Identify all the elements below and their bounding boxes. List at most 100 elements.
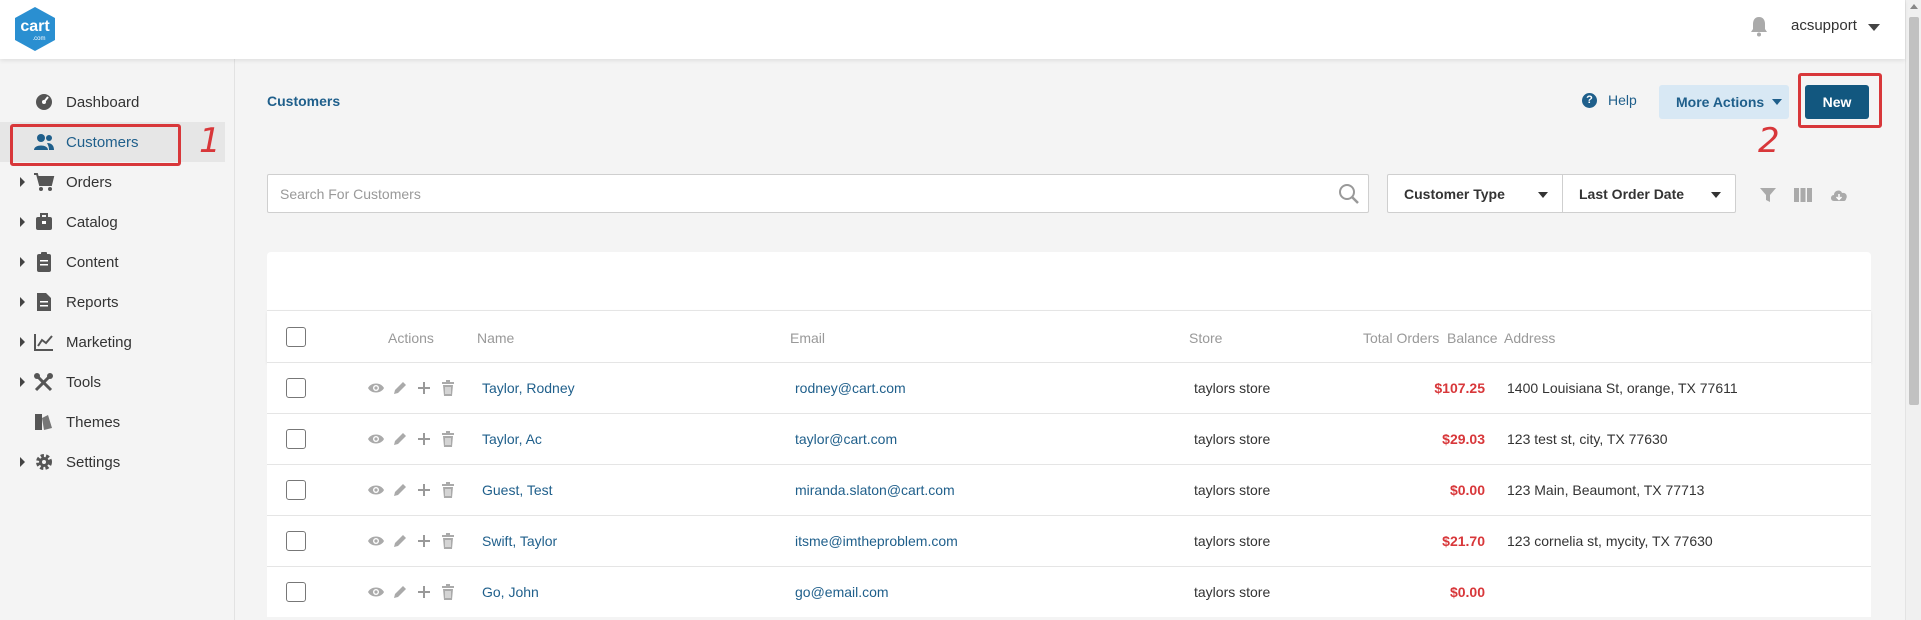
- row-checkbox[interactable]: [286, 480, 306, 500]
- sidebar-item-tools[interactable]: Tools: [0, 362, 225, 402]
- column-header-actions: Actions: [388, 330, 434, 346]
- sidebar-item-reports[interactable]: Reports: [0, 282, 225, 322]
- annotation-marker-2: 2: [1758, 121, 1780, 161]
- row-actions: [367, 379, 457, 397]
- sidebar-item-catalog[interactable]: Catalog: [0, 202, 225, 242]
- more-actions-label: More Actions: [1676, 94, 1765, 110]
- page-scrollbar[interactable]: [1905, 0, 1921, 620]
- delete-trash-icon[interactable]: [439, 481, 457, 499]
- sidebar-item-themes[interactable]: Themes: [0, 402, 225, 442]
- view-eye-icon[interactable]: [367, 583, 385, 601]
- search-icon[interactable]: [1338, 183, 1360, 205]
- sidebar-item-label: Tools: [66, 374, 102, 391]
- edit-pencil-icon[interactable]: [391, 379, 409, 397]
- delete-trash-icon[interactable]: [439, 532, 457, 550]
- column-header-store[interactable]: Store: [1189, 330, 1222, 346]
- delete-trash-icon[interactable]: [439, 583, 457, 601]
- column-header-balance[interactable]: Balance: [1447, 330, 1498, 346]
- chevron-down-icon[interactable]: [1868, 24, 1880, 31]
- user-menu-label[interactable]: acsupport: [1791, 17, 1857, 34]
- dashboard-icon: [33, 92, 55, 112]
- view-eye-icon[interactable]: [367, 430, 385, 448]
- themes-icon: [33, 412, 55, 432]
- customer-name-link[interactable]: Go, John: [482, 584, 539, 600]
- table-row: Taylor, Ac taylor@cart.com taylors store $2…: [267, 413, 1871, 464]
- cart-icon: [33, 172, 55, 192]
- sidebar-item-settings[interactable]: Settings: [0, 442, 225, 482]
- sidebar-item-orders[interactable]: Orders: [0, 162, 225, 202]
- expand-arrow-icon[interactable]: [20, 177, 25, 187]
- column-header-total-orders[interactable]: Total Orders: [1363, 330, 1439, 346]
- cloud-download-icon[interactable]: [1829, 186, 1849, 204]
- row-actions: [367, 583, 457, 601]
- scroll-up-arrow-icon[interactable]: [1910, 4, 1918, 9]
- row-actions: [367, 481, 457, 499]
- page-title[interactable]: Customers: [267, 93, 340, 109]
- customer-type-dropdown[interactable]: Customer Type: [1388, 175, 1563, 212]
- clipboard-icon: [33, 252, 55, 272]
- view-eye-icon[interactable]: [367, 532, 385, 550]
- expand-arrow-icon[interactable]: [20, 297, 25, 307]
- svg-text:cart: cart: [20, 18, 50, 35]
- store-cell: taylors store: [1194, 380, 1271, 396]
- select-all-checkbox[interactable]: [286, 327, 306, 347]
- edit-pencil-icon[interactable]: [391, 532, 409, 550]
- view-eye-icon[interactable]: [367, 481, 385, 499]
- customer-email-link[interactable]: taylor@cart.com: [795, 431, 897, 447]
- column-header-name[interactable]: Name: [477, 330, 514, 346]
- edit-pencil-icon[interactable]: [391, 583, 409, 601]
- store-cell: taylors store: [1194, 584, 1271, 600]
- row-checkbox[interactable]: [286, 531, 306, 551]
- expand-arrow-icon[interactable]: [20, 377, 25, 387]
- add-plus-icon[interactable]: [415, 532, 433, 550]
- edit-pencil-icon[interactable]: [391, 481, 409, 499]
- annotation-box-2: [1798, 73, 1882, 128]
- sidebar-item-marketing[interactable]: Marketing: [0, 322, 225, 362]
- help-link[interactable]: ? Help: [1582, 92, 1637, 108]
- last-order-date-dropdown[interactable]: Last Order Date: [1563, 175, 1735, 212]
- scrollbar-thumb[interactable]: [1909, 17, 1919, 405]
- search-input[interactable]: [280, 184, 1320, 204]
- sidebar-item-label: Dashboard: [66, 94, 140, 111]
- row-checkbox[interactable]: [286, 378, 306, 398]
- address-cell: 123 test st, city, TX 77630: [1507, 431, 1668, 447]
- cart-logo[interactable]: cart .com: [12, 6, 58, 52]
- customer-type-label: Customer Type: [1404, 185, 1505, 202]
- column-header-email[interactable]: Email: [790, 330, 825, 346]
- table-row: Go, John go@email.com taylors store $0.00: [267, 566, 1871, 617]
- search-box[interactable]: [267, 174, 1369, 213]
- column-header-address[interactable]: Address: [1504, 330, 1555, 346]
- expand-arrow-icon[interactable]: [20, 337, 25, 347]
- expand-arrow-icon[interactable]: [20, 257, 25, 267]
- delete-trash-icon[interactable]: [439, 379, 457, 397]
- filter-icon[interactable]: [1758, 186, 1778, 204]
- row-checkbox[interactable]: [286, 582, 306, 602]
- edit-pencil-icon[interactable]: [391, 430, 409, 448]
- customer-name-link[interactable]: Guest, Test: [482, 482, 553, 498]
- customer-name-link[interactable]: Taylor, Ac: [482, 431, 542, 447]
- customer-name-link[interactable]: Swift, Taylor: [482, 533, 557, 549]
- add-plus-icon[interactable]: [415, 583, 433, 601]
- table-header: Actions Name Email Store Total Orders Ba…: [267, 310, 1871, 362]
- more-actions-button[interactable]: More Actions: [1659, 85, 1789, 119]
- customer-email-link[interactable]: itsme@imtheproblem.com: [795, 533, 958, 549]
- sidebar-item-label: Catalog: [66, 214, 118, 231]
- customer-name-link[interactable]: Taylor, Rodney: [482, 380, 575, 396]
- expand-arrow-icon[interactable]: [20, 457, 25, 467]
- add-plus-icon[interactable]: [415, 430, 433, 448]
- add-plus-icon[interactable]: [415, 379, 433, 397]
- customer-email-link[interactable]: rodney@cart.com: [795, 380, 906, 396]
- columns-icon[interactable]: [1793, 186, 1813, 204]
- view-eye-icon[interactable]: [367, 379, 385, 397]
- add-plus-icon[interactable]: [415, 481, 433, 499]
- tools-icon: [33, 372, 55, 392]
- expand-arrow-icon[interactable]: [20, 217, 25, 227]
- sidebar-item-label: Settings: [66, 454, 121, 471]
- notification-bell-icon[interactable]: [1749, 15, 1769, 37]
- row-checkbox[interactable]: [286, 429, 306, 449]
- sidebar-item-content[interactable]: Content: [0, 242, 225, 282]
- customer-email-link[interactable]: miranda.slaton@cart.com: [795, 482, 955, 498]
- delete-trash-icon[interactable]: [439, 430, 457, 448]
- customer-email-link[interactable]: go@email.com: [795, 584, 889, 600]
- sidebar-item-dashboard[interactable]: Dashboard: [0, 82, 225, 122]
